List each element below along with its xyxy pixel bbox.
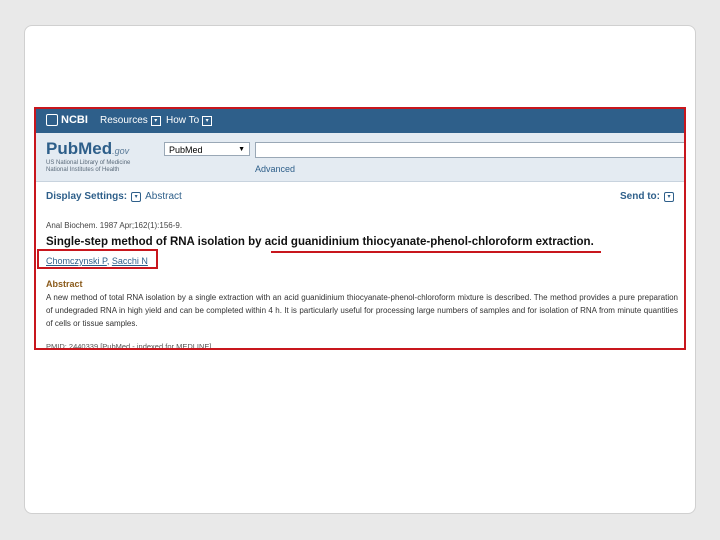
advanced-search-link[interactable]: Advanced <box>255 164 295 174</box>
ncbi-logo[interactable]: NCBI <box>46 114 88 126</box>
nlm-line2: National Institutes of Health <box>46 167 120 173</box>
pubmed-screenshot: NCBI Resources ▾ How To ▾ PubMed.gov US … <box>34 107 686 350</box>
nlm-line1: US National Library of Medicine <box>46 160 131 166</box>
chevron-down-icon: ▾ <box>131 191 142 202</box>
how-to-menu[interactable]: How To ▾ <box>166 115 213 126</box>
database-select-value: PubMed <box>169 145 203 155</box>
abstract-heading: Abstract <box>46 279 83 289</box>
logo-pub: Pub <box>46 139 79 158</box>
search-input[interactable] <box>255 142 684 158</box>
chevron-down-icon: ▾ <box>664 191 674 202</box>
title-highlight-underline <box>271 251 601 253</box>
send-to-label: Send to: <box>620 191 660 202</box>
pubmed-header: PubMed.gov US National Library of Medici… <box>36 133 684 182</box>
settings-row: Display Settings: ▾ Abstract Send to: ▾ <box>36 187 684 207</box>
authors-highlight-box <box>37 249 158 269</box>
logo-gov: .gov <box>112 146 130 156</box>
display-settings-label: Display Settings: <box>46 191 128 202</box>
citation: Anal Biochem. 1987 Apr;162(1):156-9. <box>46 221 183 230</box>
resources-label: Resources <box>100 115 148 126</box>
pmid-line: PMID: 2440339 [PubMed - indexed for MEDL… <box>46 342 212 350</box>
send-to-menu[interactable]: Send to: ▾ <box>620 191 674 202</box>
display-settings[interactable]: Display Settings: ▾ Abstract <box>46 191 182 202</box>
resources-menu[interactable]: Resources ▾ <box>100 115 161 126</box>
abstract-text: A new method of total RNA isolation by a… <box>46 293 678 328</box>
article-title: Single-step method of RNA isolation by a… <box>46 236 594 248</box>
display-settings-value: Abstract <box>145 191 182 202</box>
ncbi-logo-icon <box>46 114 58 126</box>
dropdown-arrow-icon: ▼ <box>238 146 245 153</box>
chevron-down-icon: ▾ <box>202 115 213 126</box>
database-select[interactable]: PubMed ▼ <box>164 142 250 156</box>
nlm-caption: US National Library of Medicine National… <box>46 160 156 174</box>
ncbi-logo-text: NCBI <box>61 114 88 126</box>
logo-med: Med <box>78 139 113 158</box>
how-to-label: How To <box>166 115 200 126</box>
ncbi-top-bar: NCBI Resources ▾ How To ▾ <box>36 109 684 133</box>
chevron-down-icon: ▾ <box>150 115 161 126</box>
pubmed-logo[interactable]: PubMed.gov <box>46 139 129 159</box>
